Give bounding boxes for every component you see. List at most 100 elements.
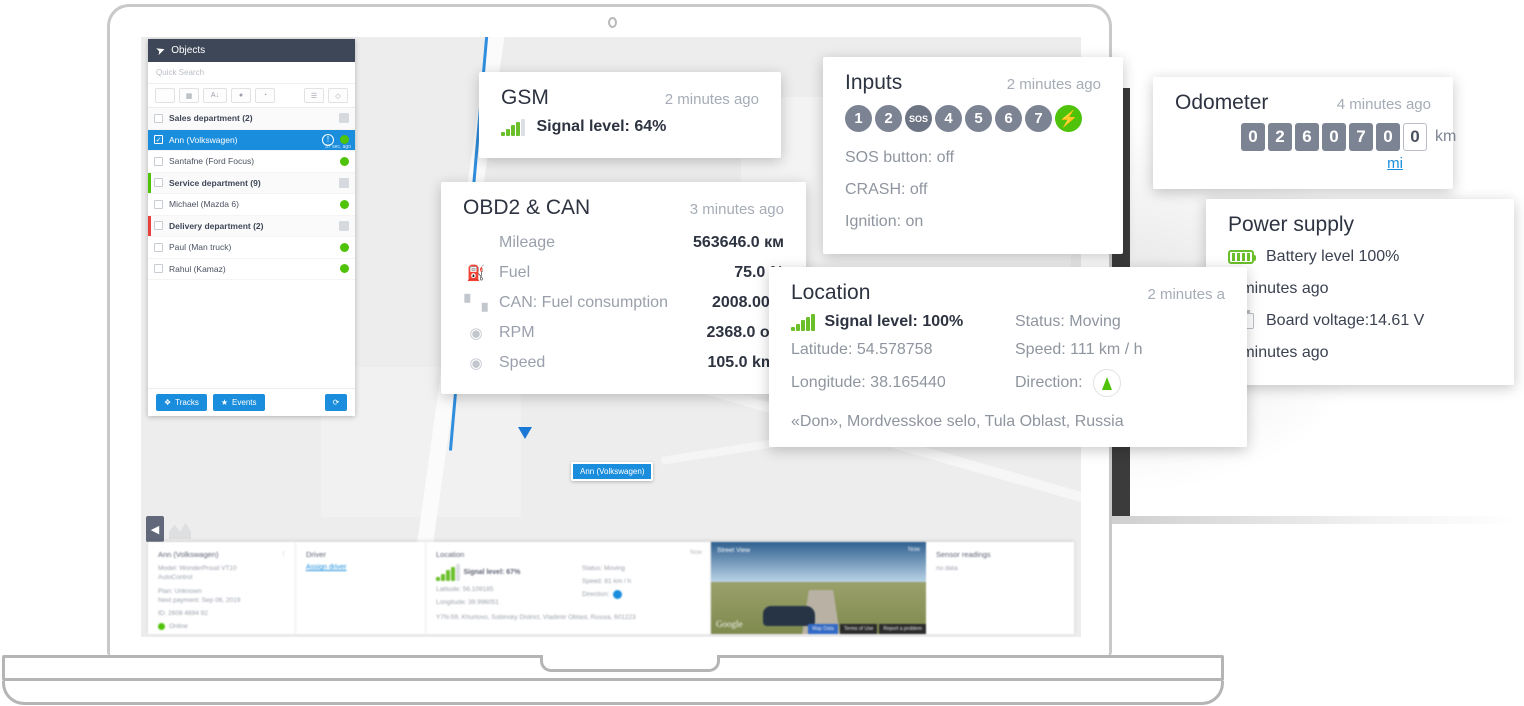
- history-button[interactable]: ◔: [255, 88, 275, 103]
- list-item-group[interactable]: Sales department (2): [148, 108, 355, 130]
- select-all-checkbox[interactable]: [155, 88, 175, 103]
- list-item[interactable]: Rahul (Kamaz): [148, 259, 355, 280]
- signal-bars-icon: [791, 313, 815, 331]
- panel-object-status-label: Online: [169, 623, 188, 630]
- odometer-card-header: Odometer 4 minutes ago: [1153, 77, 1453, 123]
- input-badge-4[interactable]: 4: [935, 105, 962, 132]
- refresh-icon[interactable]: ⟳: [325, 394, 347, 411]
- battery-update-time: 2 minutes ago: [1228, 280, 1329, 297]
- location-card-time: 2 minutes a: [1147, 286, 1225, 303]
- obd2-label: RPM: [499, 324, 535, 341]
- obd2-value: 563646.0 км: [692, 234, 784, 251]
- marker-button[interactable]: ●: [231, 88, 251, 103]
- odometer-digits: 0 2 6 0 7 0 0: [1241, 123, 1427, 151]
- status-dot-online: [340, 264, 349, 274]
- panel-location-grid: Signal level: 67% Latitude: 56.109185 Lo…: [436, 564, 700, 607]
- row-checkbox[interactable]: [154, 156, 163, 166]
- sidebar-footer: ❖ Tracks ★ Events ⟳: [148, 388, 355, 416]
- obd2-row-mileage: Mileage 563646.0 км: [463, 228, 784, 258]
- obd2-card-header: OBD2 & CAN 3 minutes ago: [441, 182, 806, 228]
- sidebar-item-label: Santafne (Ford Focus): [169, 156, 255, 167]
- street-view-now[interactable]: Now: [908, 547, 920, 553]
- odometer-unit-switch[interactable]: mi: [1175, 151, 1431, 173]
- sidebar-item-label: Service department (9): [169, 177, 261, 188]
- list-item[interactable]: Michael (Mazda 6): [148, 194, 355, 216]
- objects-list[interactable]: Sales department (2) ✓ Ann (Volkswagen) …: [148, 108, 355, 388]
- panel-street-view-column[interactable]: Street View Now Google Map Data Terms of…: [711, 542, 926, 634]
- signal-bars-icon: [436, 564, 460, 581]
- tracks-button[interactable]: ❖ Tracks: [156, 394, 207, 411]
- navigation-arrow-icon: ➤: [154, 43, 168, 59]
- gsm-card-title: GSM: [501, 86, 549, 109]
- signal-bars-icon: [501, 118, 525, 136]
- odometer-miles-link[interactable]: mi: [1387, 155, 1403, 172]
- shape-filter-button[interactable]: ◇: [328, 88, 348, 103]
- input-badge-7[interactable]: 7: [1025, 105, 1052, 132]
- panel-location-latitude: Latitude: 56.109185: [436, 586, 494, 593]
- row-checkbox[interactable]: [154, 178, 163, 188]
- bar-chart-icon: ▘▗: [464, 295, 488, 312]
- panel-location-signal-label: Signal level: 67%: [463, 569, 521, 576]
- panel-object-title: Ann (Volkswagen): [158, 550, 219, 559]
- list-item-group[interactable]: Delivery department (2): [148, 215, 355, 237]
- grid-view-button[interactable]: ▦: [179, 88, 199, 103]
- input-badge-1[interactable]: 1: [845, 105, 872, 132]
- input-badge-5[interactable]: 5: [965, 105, 992, 132]
- sidebar-item-label: Paul (Man truck): [169, 242, 232, 253]
- sidebar-toolbar: ▦ A↓ ● ◔ ☰ ◇: [148, 84, 355, 108]
- input-badge-6[interactable]: 6: [995, 105, 1022, 132]
- objects-sidebar: ➤ Objects Quick Search ▦ A↓ ● ◔ ☰ ◇ Sale…: [148, 39, 355, 416]
- power-bolt-icon[interactable]: ⚡: [1055, 105, 1082, 132]
- gsm-card-header: GSM 2 minutes ago: [479, 72, 781, 118]
- list-item-group[interactable]: Service department (9): [148, 172, 355, 194]
- collapse-panel-icon[interactable]: ◀: [146, 516, 164, 542]
- fuel-pump-icon: ⛽: [466, 265, 486, 282]
- gauge-icon: ◉: [469, 325, 483, 342]
- row-checkbox[interactable]: [154, 264, 163, 274]
- sidebar-item-ann-volkswagen[interactable]: ✓ Ann (Volkswagen) ! 37 sec. ago: [148, 129, 355, 151]
- terms-of-use-link[interactable]: Terms of Use: [839, 624, 878, 634]
- board-voltage-label: Board voltage:14.61 V: [1266, 312, 1425, 329]
- assign-driver-link[interactable]: Assign driver: [306, 564, 415, 571]
- list-item[interactable]: Paul (Man truck): [148, 237, 355, 259]
- row-checkbox[interactable]: ✓: [154, 135, 163, 145]
- panel-location-now[interactable]: Now: [690, 550, 702, 556]
- row-checkbox[interactable]: [154, 199, 163, 209]
- input-badge-sos[interactable]: SOS: [905, 105, 932, 132]
- gsm-card: GSM 2 minutes ago Signal level: 64%: [479, 72, 781, 158]
- obd2-row-rpm: ◉ RPM 2368.0 об/: [463, 318, 784, 348]
- row-checkbox[interactable]: [154, 242, 163, 252]
- panel-object-next-payment: Next payment: Sep 06, 2019: [158, 597, 241, 604]
- odometer-digit: 6: [1295, 123, 1319, 151]
- sidebar-item-label: Michael (Mazda 6): [169, 199, 239, 210]
- row-checkbox[interactable]: [154, 221, 163, 231]
- obd2-label: Speed: [499, 354, 546, 371]
- quick-search-input[interactable]: Quick Search: [148, 62, 355, 84]
- map-data-link[interactable]: Map Data: [808, 624, 838, 634]
- laptop-camera-icon: [608, 17, 617, 28]
- list-view-button[interactable]: ☰: [304, 88, 324, 103]
- events-button[interactable]: ★ Events: [212, 394, 265, 411]
- report-problem-link[interactable]: Report a problem: [879, 624, 926, 634]
- list-item[interactable]: Santafne (Ford Focus): [148, 151, 355, 173]
- sidebar-header: ➤ Objects: [148, 39, 355, 62]
- group-color-bar: [148, 215, 151, 236]
- panel-object-column: ⋮ Ann (Volkswagen) Model: WonderProud VT…: [148, 542, 296, 634]
- odometer-unit: km: [1435, 128, 1457, 145]
- inputs-sos-status: SOS button: off: [845, 149, 955, 166]
- object-info-panel: ⋮ Ann (Volkswagen) Model: WonderProud VT…: [148, 542, 1074, 634]
- input-badge-2[interactable]: 2: [875, 105, 902, 132]
- compass-arrow-icon: [613, 590, 623, 599]
- gsm-card-time: 2 minutes ago: [664, 91, 759, 108]
- row-checkbox[interactable]: [154, 113, 163, 123]
- map-object-label[interactable]: Ann (Volkswagen): [571, 462, 654, 481]
- street-view-attribution-bar: Map Data Terms of Use Report a problem: [808, 624, 926, 634]
- street-view-image[interactable]: Street View Now Google Map Data Terms of…: [711, 542, 926, 634]
- more-options-icon[interactable]: ⋮: [280, 550, 287, 558]
- panel-object-plan: Plan: Unknown: [158, 588, 202, 595]
- gsm-card-body: Signal level: 64%: [479, 118, 781, 158]
- odometer-card-time: 4 minutes ago: [1336, 96, 1431, 113]
- sort-alpha-button[interactable]: A↓: [203, 88, 227, 103]
- screenshot-stage: Ann (Volkswagen) ◀ ➤ Objects Quick Searc…: [0, 0, 1524, 706]
- obd2-label: Mileage: [499, 234, 556, 251]
